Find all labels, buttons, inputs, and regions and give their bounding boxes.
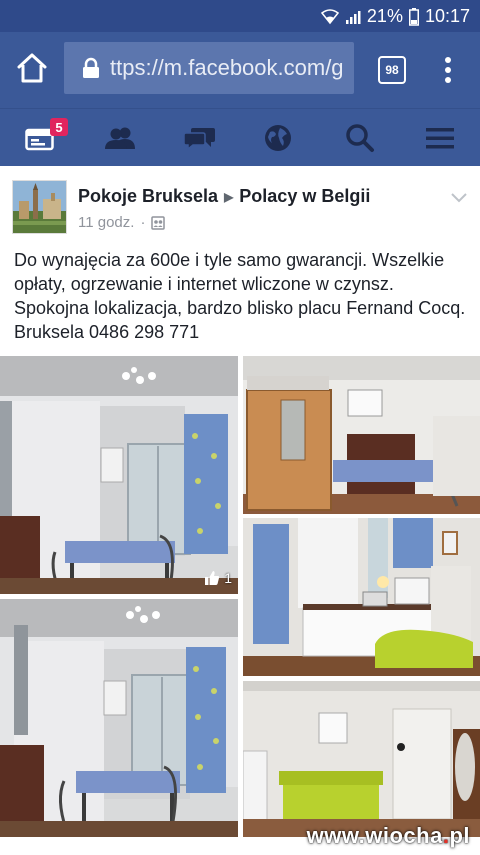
post-photo[interactable] (0, 599, 238, 837)
triangle-right-icon: ▶ (224, 189, 234, 204)
like-count-text: 1 (224, 570, 232, 586)
battery-icon (408, 7, 419, 26)
nav-search[interactable] (330, 109, 390, 167)
status-bar: 21% 10:17 (0, 0, 480, 32)
page-name-link[interactable]: Pokoje Bruksela (78, 186, 218, 207)
feed-post: Pokoje Bruksela ▶ Polacy w Belgii 11 god… (0, 166, 480, 855)
nav-news-feed[interactable]: 5 (10, 109, 70, 167)
tab-count: 98 (385, 63, 399, 77)
post-meta: 11 godz. · (78, 214, 166, 231)
tabs-icon[interactable]: 98 (378, 56, 406, 84)
status-bar-right: 21% 10:17 (320, 6, 470, 27)
overflow-menu-icon[interactable] (438, 52, 458, 88)
post-text: Do wynajęcia za 600e i tyle samo gwaranc… (14, 250, 466, 342)
like-icon (205, 571, 220, 585)
post-time[interactable]: 11 godz. (78, 214, 134, 231)
nav-friends[interactable] (90, 109, 150, 167)
facebook-nav: 5 (0, 108, 480, 166)
watermark-suffix: pl (449, 823, 470, 848)
group-name-link[interactable]: Polacy w Belgii (239, 186, 370, 207)
address-bar[interactable]: ttps://m.facebook.com/g (64, 42, 354, 94)
post-photo[interactable] (243, 681, 480, 837)
menu-icon (426, 128, 454, 149)
chevron-down-icon[interactable] (450, 188, 468, 206)
post-photo[interactable] (243, 356, 480, 514)
post-photo[interactable] (243, 518, 480, 676)
nav-messages[interactable] (170, 109, 230, 167)
watermark-prefix: www.wiocha (306, 823, 443, 848)
notification-badge: 5 (50, 118, 68, 136)
group-privacy-icon (151, 215, 166, 230)
messages-icon (183, 128, 215, 151)
browser-toolbar: ttps://m.facebook.com/g 98 (0, 32, 480, 108)
wifi-icon (320, 8, 339, 24)
signal-icon (345, 10, 361, 24)
post-header: Pokoje Bruksela ▶ Polacy w Belgii (78, 186, 370, 207)
friends-icon (105, 127, 135, 149)
battery-percent: 21% (366, 6, 403, 26)
search-icon (346, 124, 374, 152)
url-text[interactable]: ttps://m.facebook.com/g (110, 55, 344, 81)
globe-icon (265, 125, 291, 151)
home-icon[interactable] (14, 50, 50, 86)
nav-notifications[interactable] (248, 109, 308, 167)
meta-separator: · (140, 214, 146, 231)
lock-icon (83, 57, 99, 78)
clock: 10:17 (424, 6, 470, 26)
nav-menu[interactable] (410, 109, 470, 167)
avatar[interactable] (12, 180, 67, 234)
post-photo[interactable]: 1 (0, 356, 238, 594)
photo-like-count[interactable]: 1 (204, 570, 232, 586)
watermark: www.wiocha.pl (307, 823, 470, 849)
